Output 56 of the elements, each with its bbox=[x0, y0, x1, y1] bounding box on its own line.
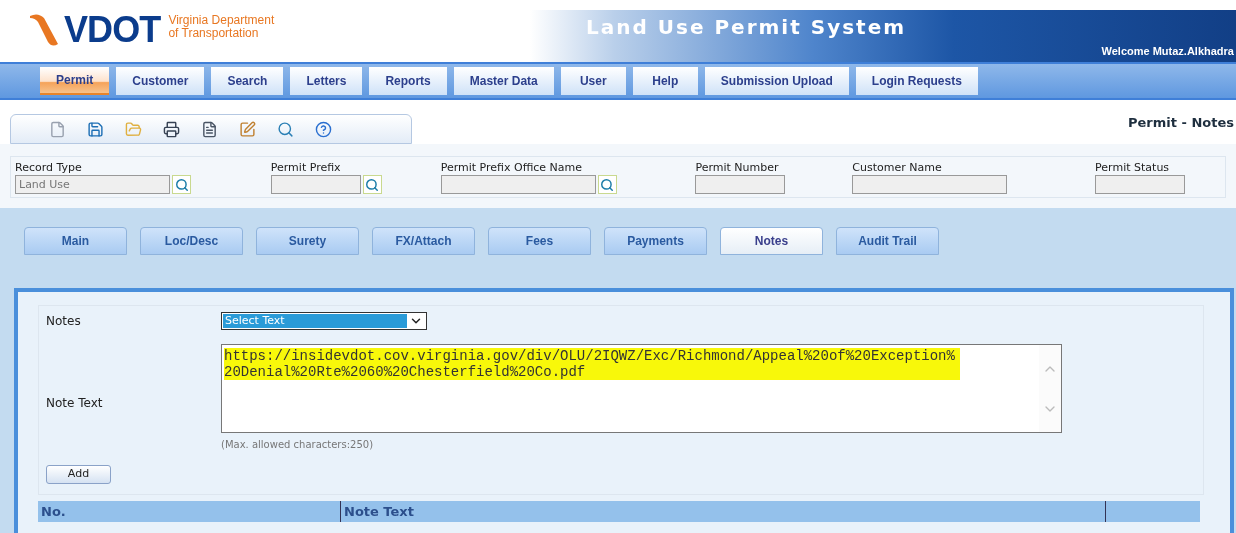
nav-tab[interactable]: Help bbox=[632, 67, 698, 95]
text-field[interactable] bbox=[270, 175, 361, 194]
tab[interactable]: Fees bbox=[488, 227, 591, 255]
text-field[interactable] bbox=[852, 175, 1008, 194]
tab[interactable]: Payments bbox=[604, 227, 707, 255]
logo-swoosh-icon bbox=[30, 12, 60, 48]
help-icon[interactable] bbox=[315, 120, 332, 138]
nav-tab[interactable]: Search bbox=[211, 67, 284, 95]
hint-text: (Max. allowed characters:250) bbox=[221, 438, 375, 452]
note-text-field[interactable]: https://insidevdot.cov.virginia.gov/div/OLU/2IQWZ/Exc/Richmond/Appeal%20of%20Exception%20Denial%20Rte%2060%20Chesterfield%20Co.pdf bbox=[221, 344, 1062, 433]
field-label: Permit Status bbox=[1095, 160, 1171, 175]
logo-text: VDOT bbox=[64, 12, 161, 48]
nav-tab[interactable]: Master Data bbox=[453, 67, 554, 95]
nav-tab[interactable]: Login Requests bbox=[855, 67, 978, 95]
field-label: Customer Name bbox=[852, 160, 943, 175]
tab[interactable]: FX/Attach bbox=[372, 227, 475, 255]
text-field[interactable] bbox=[1095, 175, 1186, 194]
search-button[interactable] bbox=[362, 175, 382, 194]
logo-subtitle: of Transportation bbox=[168, 27, 259, 40]
field-label: Permit Prefix bbox=[270, 160, 342, 175]
tab[interactable]: Surety bbox=[256, 227, 359, 255]
nav-tab[interactable]: Customer bbox=[116, 67, 205, 95]
tab[interactable]: Loc/Desc bbox=[140, 227, 243, 255]
nav-tab[interactable]: Letters bbox=[290, 67, 363, 95]
tab[interactable]: Audit Trail bbox=[836, 227, 939, 255]
document-icon[interactable] bbox=[49, 120, 66, 138]
note-text: https://insidevdot.cov.virginia.gov/div/OLU/2IQWZ/Exc/Richmond/Appeal%20of%20Exception%20Denial%20Rte%2060%20Chesterfield%20Co.pdf bbox=[224, 348, 960, 380]
text-field[interactable]: Land Use bbox=[15, 175, 170, 194]
nav-tab[interactable]: Permit bbox=[40, 67, 110, 95]
search-icon[interactable] bbox=[277, 120, 294, 138]
field-label: Record Type bbox=[15, 160, 83, 175]
note-text-label: Note Text bbox=[46, 394, 104, 412]
column-header: No. bbox=[40, 503, 67, 521]
search-button[interactable] bbox=[597, 175, 617, 194]
page-title: Permit - Notes bbox=[1128, 113, 1234, 132]
report-icon[interactable] bbox=[201, 120, 218, 138]
folder-icon[interactable] bbox=[125, 120, 142, 138]
field-label: Permit Prefix Office Name bbox=[440, 160, 584, 175]
nav-tab[interactable]: Submission Upload bbox=[704, 67, 849, 95]
add-button[interactable]: Add bbox=[46, 465, 111, 484]
system-title: Land Use Permit System bbox=[585, 14, 908, 41]
nav-tab[interactable]: User bbox=[560, 67, 626, 95]
column-header: Note Text bbox=[340, 501, 1105, 522]
text-field[interactable] bbox=[440, 175, 596, 194]
tab[interactable]: Notes bbox=[720, 227, 823, 255]
edit-icon[interactable] bbox=[239, 120, 256, 138]
field-label: Permit Number bbox=[695, 160, 780, 175]
text-field[interactable] bbox=[695, 175, 786, 194]
logo-subtitle: Virginia Department bbox=[168, 14, 275, 27]
tab[interactable]: Main bbox=[24, 227, 127, 255]
search-button[interactable] bbox=[172, 175, 191, 194]
nav-tab[interactable]: Reports bbox=[369, 67, 447, 95]
welcome-text: Welcome Mutaz.Alkhadra bbox=[1101, 43, 1235, 59]
save-icon[interactable] bbox=[87, 120, 104, 138]
notes-label: Notes bbox=[46, 313, 82, 330]
printer-icon[interactable] bbox=[163, 120, 180, 138]
